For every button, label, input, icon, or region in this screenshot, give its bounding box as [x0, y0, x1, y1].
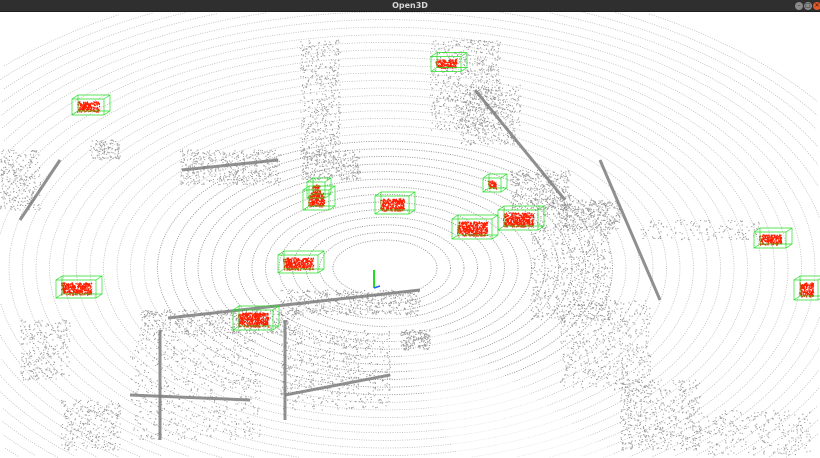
minimize-button[interactable]: –: [795, 2, 803, 10]
object-points: [457, 221, 489, 237]
scan-ring: [4, 13, 819, 458]
wall-segment: [18, 159, 62, 221]
scan-ring: [76, 95, 694, 441]
scan-ring: [35, 72, 735, 458]
point-cluster: [130, 329, 262, 441]
point-cluster: [90, 139, 121, 161]
object-points: [799, 282, 815, 298]
object-points: [238, 312, 270, 328]
building-points: [0, 39, 811, 456]
maximize-button[interactable]: □: [804, 2, 812, 10]
coordinate-axes: [373, 270, 381, 289]
title-bar[interactable]: Open3D – □ ✕: [0, 0, 820, 12]
point-cluster: [20, 319, 71, 381]
scan-ring: [211, 171, 559, 365]
object-points: [759, 234, 783, 246]
scan-ring: [3, 12, 817, 457]
point-cluster: [700, 409, 811, 456]
point-cluster: [560, 299, 651, 391]
scan-ring: [292, 216, 478, 320]
scan-ring: [0, 42, 789, 458]
scan-ring: [0, 19, 820, 457]
scan-ring: [116, 118, 654, 418]
object-points: [61, 282, 93, 296]
scan-ring: [0, 12, 819, 458]
point-cluster: [280, 329, 391, 411]
close-button[interactable]: ✕: [813, 2, 820, 10]
window-title: Open3D: [392, 1, 428, 10]
scan-ring: [0, 34, 802, 457]
scan-ring: [143, 133, 627, 403]
open3d-window: Open3D – □ ✕: [0, 0, 820, 458]
point-cloud-canvas[interactable]: [0, 12, 820, 458]
object-points: [503, 212, 535, 228]
point-cluster: [620, 379, 701, 451]
scan-ring: [49, 80, 721, 456]
object-points: [380, 198, 406, 212]
lidar-scan-rings: [0, 12, 820, 458]
scan-ring: [332, 239, 438, 297]
point-cluster: [640, 219, 761, 241]
scan-ring: [1, 12, 819, 458]
scan-ring: [103, 110, 667, 426]
point-cluster: [0, 149, 41, 211]
point-cloud-viewport[interactable]: [0, 12, 820, 458]
point-cluster: [530, 199, 611, 321]
scan-ring: [184, 155, 586, 381]
point-cluster: [510, 169, 571, 211]
object-points: [283, 257, 315, 271]
point-cluster: [300, 149, 361, 181]
scan-ring: [22, 64, 748, 458]
scan-ring: [89, 102, 681, 434]
point-cluster: [300, 39, 341, 161]
scan-ring: [305, 224, 465, 312]
point-cluster: [60, 399, 122, 451]
